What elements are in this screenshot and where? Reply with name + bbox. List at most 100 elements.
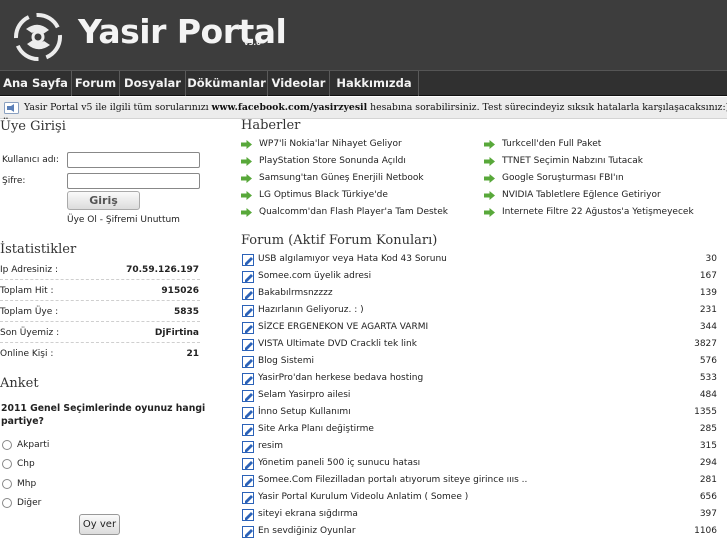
- news-link[interactable]: NVIDIA Tabletlere Eğlence Getiriyor: [502, 190, 661, 200]
- forum-topic-row[interactable]: Somee.com üyelik adresi 167: [241, 269, 717, 286]
- forum-topic-row[interactable]: YasirPro'dan herkese bedava hosting 533: [241, 371, 717, 388]
- forum-topic-count: 656: [699, 492, 717, 502]
- forum-topic-link[interactable]: resim: [258, 441, 283, 451]
- edit-note-icon: [242, 271, 254, 283]
- forum-topic-count: 1355: [694, 407, 717, 417]
- forum-topic-link[interactable]: Selam Yasirpro ailesi: [258, 390, 350, 400]
- news-link[interactable]: PlayStation Store Sonunda Açıldı: [259, 156, 406, 166]
- forum-topic-link[interactable]: Hazırlanın Geliyoruz. : ): [258, 305, 364, 315]
- news-link[interactable]: TTNET Seçimin Nabzını Tutacak: [502, 156, 643, 166]
- nav-item-dosyalar[interactable]: Dosyalar: [120, 71, 186, 96]
- stat-value: 5835: [173, 307, 199, 317]
- news-link[interactable]: WP7'li Nokia'lar Nihayet Geliyor: [259, 139, 402, 149]
- green-arrow-icon: [484, 191, 495, 200]
- radio-button[interactable]: [2, 498, 12, 508]
- news-link[interactable]: Google Soruşturması FBI'ın: [502, 173, 624, 183]
- announcement-suffix: hesabına sorabilirsiniz. Test sürecindey…: [367, 102, 727, 113]
- username-label: Kullanıcı adı:: [2, 155, 59, 165]
- edit-note-icon: [242, 407, 254, 419]
- green-arrow-icon: [241, 174, 252, 183]
- news-link[interactable]: Turkcell'den Full Paket: [502, 139, 601, 149]
- nav-item-hakkimizda[interactable]: Hakkımızda: [330, 71, 419, 110]
- radio-button[interactable]: [2, 459, 12, 469]
- edit-note-icon: [242, 305, 254, 317]
- forum-topic-row[interactable]: Somee.Com Filezilladan portalı atıyorum …: [241, 473, 717, 490]
- news-link[interactable]: Samsung'tan Güneş Enerjili Netbook: [259, 173, 424, 183]
- forum-topic-row[interactable]: Selam Yasirpro ailesi 484: [241, 388, 717, 405]
- forum-topic-row[interactable]: SİZCE ERGENEKON VE AGARTA VARMI 344: [241, 320, 717, 337]
- edit-note-icon: [242, 458, 254, 470]
- forum-topic-link[interactable]: Yönetim paneli 500 iç sunucu hatası: [258, 458, 420, 468]
- poll-title: Anket: [0, 376, 39, 391]
- register-forgot-links[interactable]: Üye Ol - Şifremi Unuttum: [67, 215, 180, 225]
- forum-topic-link[interactable]: VISTA Ultimate DVD Crackli tek link: [258, 339, 417, 349]
- nav-item-videolar[interactable]: Videolar: [268, 71, 330, 96]
- stat-label: Toplam Hit :: [0, 286, 54, 296]
- poll-option-label: Akparti: [17, 440, 50, 450]
- forum-topic-count: 167: [699, 271, 717, 281]
- forum-topic-row[interactable]: Yönetim paneli 500 iç sunucu hatası 294: [241, 456, 717, 473]
- edit-note-icon: [242, 356, 254, 368]
- forum-topic-link[interactable]: Bakabılrmsnzzzz: [258, 288, 333, 298]
- radio-button[interactable]: [2, 479, 12, 489]
- green-arrow-icon: [484, 140, 495, 149]
- username-input[interactable]: [67, 152, 200, 168]
- forum-topic-count: 397: [699, 509, 717, 519]
- vote-button[interactable]: Oy ver: [79, 514, 120, 535]
- edit-note-icon: [242, 526, 254, 538]
- forum-topic-row[interactable]: Yasir Portal Kurulum Videolu Anlatim ( S…: [241, 490, 717, 507]
- password-input[interactable]: [67, 173, 200, 189]
- forum-topic-link[interactable]: SİZCE ERGENEKON VE AGARTA VARMI: [258, 322, 428, 332]
- stat-value[interactable]: DjFirtina: [155, 328, 199, 338]
- forum-topic-link[interactable]: siteyi ekrana sığdırma: [258, 509, 358, 519]
- forum-topic-link[interactable]: Somee.Com Filezilladan portalı atıyorum …: [258, 475, 527, 485]
- forum-topic-count: 1106: [694, 526, 717, 536]
- forum-topic-row[interactable]: Bakabılrmsnzzzz 139: [241, 286, 717, 303]
- green-arrow-icon: [484, 174, 495, 183]
- megaphone-icon: [4, 102, 19, 114]
- nav-item-ana-sayfa[interactable]: Ana Sayfa: [0, 71, 72, 96]
- forum-topic-row[interactable]: VISTA Ultimate DVD Crackli tek link 3827: [241, 337, 717, 354]
- forum-topic-count: 294: [699, 458, 717, 468]
- news-link[interactable]: Qualcomm'dan Flash Player'a Tam Destek: [259, 207, 448, 217]
- forum-topic-link[interactable]: USB algılamıyor veya Hata Kod 43 Sorunu: [258, 254, 447, 264]
- forum-topic-row[interactable]: USB algılamıyor veya Hata Kod 43 Sorunu 3…: [241, 252, 717, 269]
- login-button[interactable]: Giriş: [67, 191, 140, 210]
- forum-topic-link[interactable]: İnno Setup Kullanımı: [258, 407, 351, 417]
- nav-item-forum[interactable]: Forum: [72, 71, 120, 96]
- news-link[interactable]: Internete Filtre 22 Ağustos'a Yetişmeyec…: [502, 207, 694, 217]
- announcement-text: Yasir Portal v5 ile ilgili tüm soruların…: [24, 102, 727, 113]
- nav-label: Forum: [74, 76, 117, 90]
- forum-topic-count: 3827: [694, 339, 717, 349]
- forum-topic-row[interactable]: En sevdiğiniz Oyunlar 1106: [241, 524, 717, 541]
- edit-note-icon: [242, 475, 254, 487]
- stat-value: 21: [186, 349, 199, 359]
- facebook-link[interactable]: www.facebook.com/yasirzyesil: [212, 102, 368, 113]
- forum-topic-row[interactable]: siteyi ekrana sığdırma 397: [241, 507, 717, 524]
- logo-swirl-icon[interactable]: [12, 12, 64, 62]
- forum-title: Forum (Aktif Forum Konuları): [241, 233, 438, 248]
- nav-item-dokumanlar[interactable]: Dökümanlar: [186, 71, 268, 96]
- forum-topic-link[interactable]: YasirPro'dan herkese bedava hosting: [258, 373, 423, 383]
- forum-topic-row[interactable]: İnno Setup Kullanımı 1355: [241, 405, 717, 422]
- poll-option-label: Mhp: [17, 479, 37, 489]
- stat-row: Toplam Üye : 5835: [0, 302, 200, 322]
- forum-topic-row[interactable]: Blog Sistemi 576: [241, 354, 717, 371]
- forum-topic-link[interactable]: Yasir Portal Kurulum Videolu Anlatim ( S…: [258, 492, 468, 502]
- forum-topic-link[interactable]: Somee.com üyelik adresi: [258, 271, 371, 281]
- forum-topic-link[interactable]: Site Arka Planı değiştirme: [258, 424, 374, 434]
- edit-note-icon: [242, 322, 254, 334]
- forum-topic-row[interactable]: resim 315: [241, 439, 717, 456]
- forum-topic-link[interactable]: En sevdiğiniz Oyunlar: [258, 526, 356, 536]
- stat-row: Toplam Hit : 915026: [0, 281, 200, 301]
- forum-topic-link[interactable]: Blog Sistemi: [258, 356, 314, 366]
- edit-note-icon: [242, 492, 254, 504]
- forum-topic-count: 576: [699, 356, 717, 366]
- edit-note-icon: [242, 390, 254, 402]
- radio-button[interactable]: [2, 440, 12, 450]
- forum-topic-row[interactable]: Hazırlanın Geliyoruz. : ) 231: [241, 303, 717, 320]
- nav-label: Dökümanlar: [187, 76, 266, 90]
- news-link[interactable]: LG Optimus Black Türkiye'de: [259, 190, 388, 200]
- nav-label: Hakkımızda: [336, 76, 412, 90]
- forum-topic-row[interactable]: Site Arka Planı değiştirme 285: [241, 422, 717, 439]
